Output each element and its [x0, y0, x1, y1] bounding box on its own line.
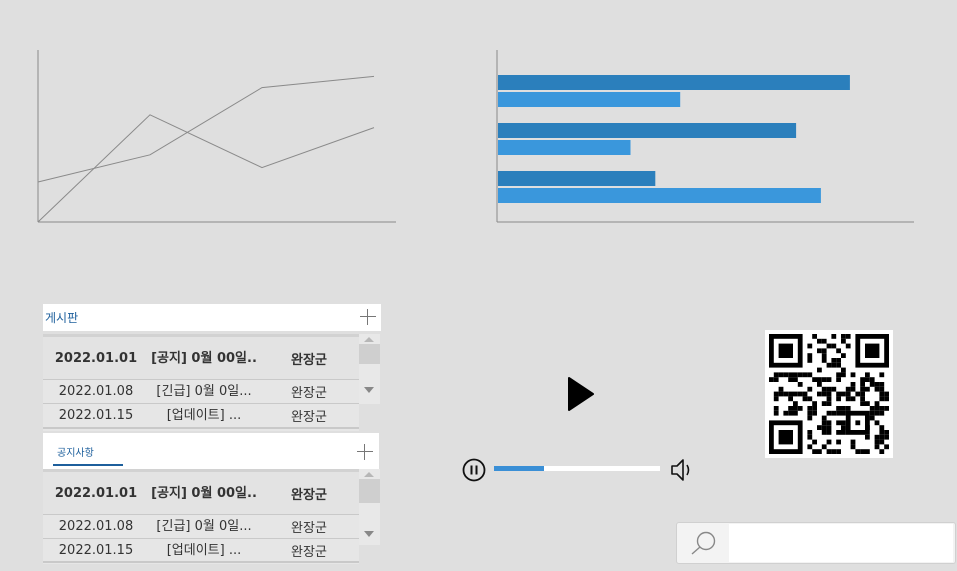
post-author: 완장군 — [291, 352, 327, 368]
notice-date: 2022.01.15 — [58, 542, 134, 558]
active-tab-indicator — [53, 464, 123, 466]
bar-1-series-2 — [498, 92, 681, 107]
table-row[interactable]: 2022.01.08 [긴급] 0월 0일... 완장군 — [43, 380, 359, 404]
post-date: 2022.01.01 — [54, 350, 138, 366]
post-author: 완장군 — [291, 410, 327, 425]
progress-bar[interactable] — [494, 466, 660, 471]
board-list: 2022.01.01 [공지] 0월 00일.. 완장군 2022.01.08 … — [43, 334, 359, 431]
notice-author: 완장군 — [291, 521, 327, 536]
table-row[interactable]: 2022.01.15 [업데이트] ... 완장군 — [43, 539, 359, 563]
bar-1-series-1 — [498, 75, 850, 90]
post-title[interactable]: [업데이트] ... — [149, 407, 259, 424]
notice-list: 2022.01.01 [공지] 0월 00일.. 완장군 2022.01.08 … — [43, 469, 359, 564]
scroll-down-icon[interactable] — [364, 531, 374, 537]
series-line-1 — [37, 114, 375, 223]
bar-3-series-2 — [498, 188, 821, 203]
progress-fill — [494, 466, 544, 471]
notice-widget: 공지사항 2022.01.01 [공지] 0월 00일.. 완장군 2022.0… — [43, 433, 380, 564]
table-row[interactable]: 2022.01.15 [업데이트] ... 완장군 — [43, 404, 359, 429]
bar-3-series-1 — [498, 171, 656, 186]
scroll-thumb[interactable] — [359, 479, 380, 503]
post-title[interactable]: [긴급] 0월 0일... — [149, 383, 259, 400]
notice-title[interactable]: [긴급] 0월 0일... — [149, 518, 259, 535]
qr-code — [765, 330, 893, 458]
post-author: 완장군 — [291, 386, 327, 401]
bar-2-series-2 — [498, 140, 631, 155]
board-title[interactable]: 게시판 — [45, 309, 78, 326]
table-row[interactable]: 2022.01.01 [공지] 0월 00일.. 완장군 — [43, 337, 359, 380]
scroll-thumb[interactable] — [359, 344, 380, 364]
scroll-up-icon[interactable] — [364, 472, 374, 477]
post-date: 2022.01.08 — [58, 384, 134, 399]
search-input[interactable] — [729, 524, 953, 562]
board-widget: 게시판 2022.01.01 [공지] 0월 00일.. 완장군 2022.01… — [43, 304, 381, 431]
notice-title[interactable]: [공지] 0월 00일.. — [149, 485, 259, 502]
bar-chart — [496, 50, 914, 223]
post-date: 2022.01.15 — [58, 408, 134, 423]
scroll-down-icon[interactable] — [364, 387, 374, 393]
notice-author: 완장군 — [291, 487, 327, 503]
notice-header: 공지사항 — [43, 433, 379, 469]
table-row[interactable]: 2022.01.08 [긴급] 0월 0일... 완장군 — [43, 515, 359, 539]
scroll-up-icon[interactable] — [364, 337, 374, 342]
add-notice-icon[interactable] — [357, 444, 373, 460]
pause-icon[interactable] — [462, 458, 486, 482]
table-row[interactable]: 2022.01.01 [공지] 0월 00일.. 완장군 — [43, 472, 359, 515]
search-icon[interactable] — [687, 529, 719, 557]
series-line-2 — [37, 75, 375, 183]
board-scrollbar[interactable] — [359, 334, 380, 404]
search-bar — [676, 522, 956, 564]
notice-tab[interactable]: 공지사항 — [57, 444, 94, 459]
notice-date: 2022.01.08 — [58, 519, 134, 534]
notice-author: 완장군 — [291, 544, 327, 560]
post-title[interactable]: [공지] 0월 00일.. — [149, 350, 259, 367]
notice-title[interactable]: [업데이트] ... — [149, 542, 259, 559]
line-chart — [37, 50, 396, 223]
board-header: 게시판 — [43, 304, 381, 331]
volume-icon[interactable] — [668, 456, 696, 484]
bar-2-series-1 — [498, 123, 797, 138]
notice-date: 2022.01.01 — [54, 485, 138, 501]
play-icon[interactable] — [566, 376, 596, 412]
add-post-icon[interactable] — [360, 309, 376, 325]
notice-scrollbar[interactable] — [359, 469, 380, 545]
qr-code-image — [769, 334, 889, 454]
